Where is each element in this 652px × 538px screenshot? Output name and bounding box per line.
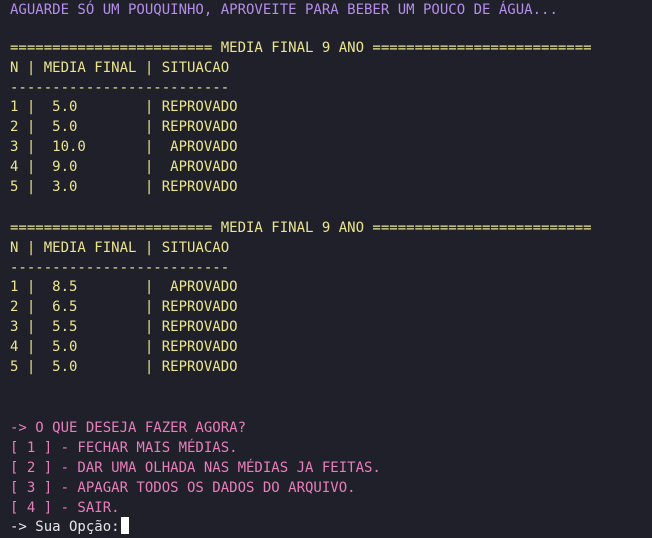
table-header: N | MEDIA FINAL | SITUACAO	[10, 60, 230, 76]
table-row: 5 | 3.0 | REPROVADO	[10, 179, 238, 195]
table-title: ======================== MEDIA FINAL 9 A…	[10, 220, 592, 236]
table-row: 1 | 5.0 | REPROVADO	[10, 99, 238, 115]
menu-option-1: [ 1 ] - FECHAR MAIS MÉDIAS.	[10, 440, 238, 456]
menu-option-2: [ 2 ] - DAR UMA OLHADA NAS MÉDIAS JA FEI…	[10, 460, 381, 476]
terminal-window[interactable]: AGUARDE SÓ UM POUQUINHO, APROVEITE PARA …	[0, 0, 652, 538]
menu-option-4: [ 4 ] - SAIR.	[10, 500, 120, 516]
menu-option-3: [ 3 ] - APAGAR TODOS OS DADOS DO ARQUIVO…	[10, 480, 356, 496]
table-separator: --------------------------	[10, 260, 230, 276]
menu-question: -> O QUE DESEJA FAZER AGORA?	[10, 420, 247, 436]
table-row: 4 | 5.0 | REPROVADO	[10, 339, 238, 355]
table-header: N | MEDIA FINAL | SITUACAO	[10, 240, 230, 256]
table-row: 2 | 6.5 | REPROVADO	[10, 299, 238, 315]
table-row: 4 | 9.0 | APROVADO	[10, 159, 238, 175]
prompt-label: -> Sua Opção:	[10, 519, 120, 535]
table-row: 1 | 8.5 | APROVADO	[10, 279, 238, 295]
table-row: 3 | 10.0 | APROVADO	[10, 139, 238, 155]
text-cursor[interactable]	[120, 517, 129, 534]
table-row: 5 | 5.0 | REPROVADO	[10, 359, 238, 375]
wait-message: AGUARDE SÓ UM POUQUINHO, APROVEITE PARA …	[10, 2, 558, 18]
table-separator: --------------------------	[10, 80, 230, 96]
table-row: 2 | 5.0 | REPROVADO	[10, 119, 238, 135]
table-row: 3 | 5.5 | REPROVADO	[10, 319, 238, 335]
table-title: ======================== MEDIA FINAL 9 A…	[10, 40, 592, 56]
input-prompt[interactable]: -> Sua Opção:	[10, 517, 129, 537]
